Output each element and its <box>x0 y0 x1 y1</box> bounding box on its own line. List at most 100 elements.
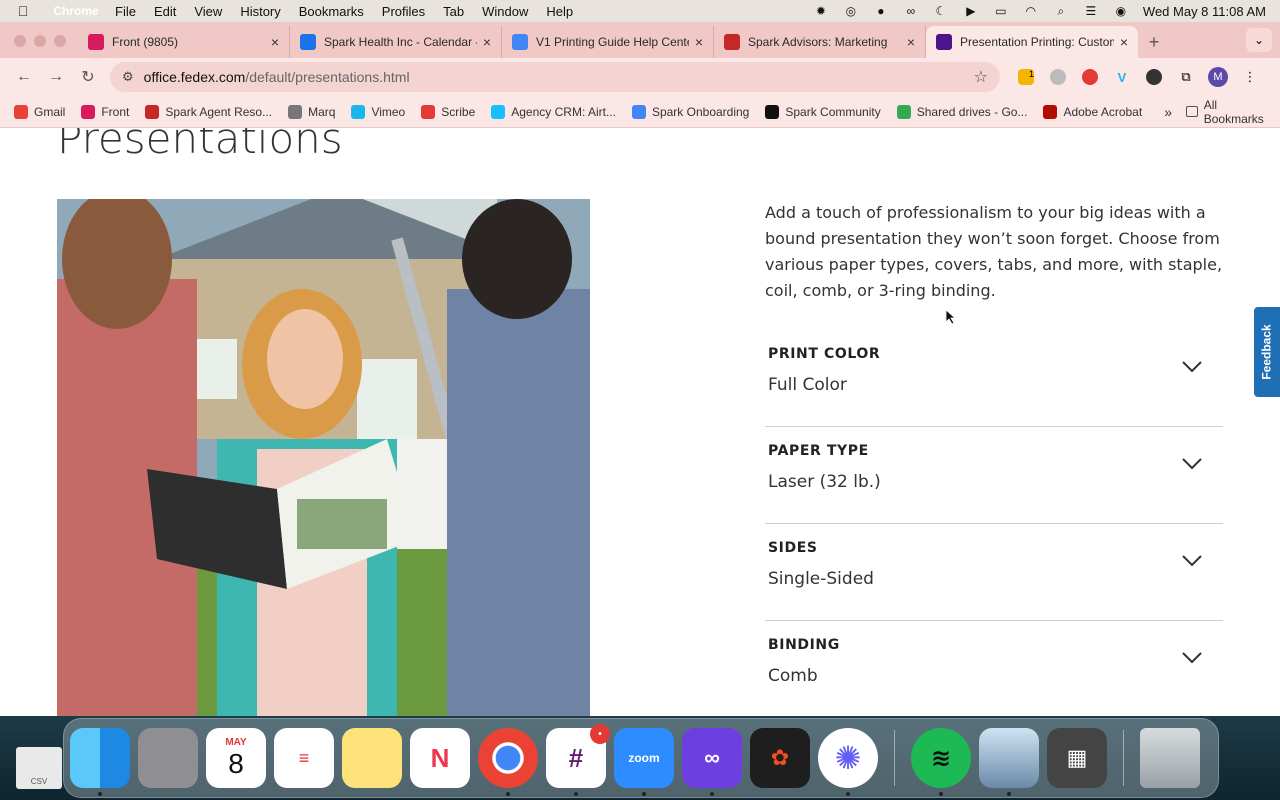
bookmark-item[interactable]: Front <box>73 104 137 119</box>
bookmark-item[interactable]: Marq <box>280 104 343 119</box>
extension-loom-icon[interactable] <box>1138 62 1170 92</box>
chrome-menu-icon[interactable]: ⋮ <box>1234 62 1266 92</box>
menu-window[interactable]: Window <box>473 4 537 19</box>
menu-edit[interactable]: Edit <box>145 4 185 19</box>
bookmark-favicon-icon <box>288 104 303 119</box>
notes-icon[interactable] <box>342 728 402 788</box>
spotify-icon[interactable]: ≋ <box>911 728 971 796</box>
dialpad-icon[interactable]: ∞ <box>682 728 742 796</box>
zoom-icon[interactable]: zoom <box>614 728 674 796</box>
bookmark-item[interactable]: Vimeo <box>343 104 413 119</box>
address-bar[interactable]: ⚙ office.fedex.com/default/presentations… <box>110 62 1000 92</box>
menu-view[interactable]: View <box>185 4 231 19</box>
bookmark-item[interactable]: Spark Agent Reso... <box>137 104 280 119</box>
reload-icon[interactable]: ↻ <box>72 61 104 93</box>
menu-help[interactable]: Help <box>537 4 582 19</box>
csv-file-icon[interactable]: CSV <box>16 747 62 789</box>
play-icon[interactable]: ▶ <box>963 4 979 18</box>
close-tab-icon[interactable]: × <box>695 34 703 50</box>
search-icon[interactable]: ⌕ <box>1053 4 1069 18</box>
menu-profiles[interactable]: Profiles <box>373 4 434 19</box>
back-icon[interactable]: ← <box>8 61 40 93</box>
extensions-puzzle-icon[interactable]: ⧉ <box>1170 62 1202 92</box>
bookmark-favicon-icon <box>14 104 28 119</box>
close-tab-icon[interactable]: × <box>483 34 491 50</box>
close-tab-icon[interactable]: × <box>271 34 279 50</box>
new-tab-button[interactable]: + <box>1138 26 1170 58</box>
moon-icon[interactable]: ☾ <box>933 4 949 18</box>
bookmark-item[interactable]: Scribe <box>413 104 483 119</box>
paper-type-label: PAPER TYPE <box>768 443 869 459</box>
browser-tab[interactable]: Spark Advisors: Marketing × <box>714 26 926 58</box>
paper-type-dropdown[interactable]: PAPER TYPE Laser (32 lb.) <box>765 427 1223 524</box>
control-center-icon[interactable]: ☰ <box>1083 4 1099 18</box>
all-bookmarks-label: All Bookmarks <box>1203 97 1264 126</box>
battery-icon[interactable]: ▭ <box>993 4 1009 18</box>
wifi-icon[interactable]: ◠ <box>1023 4 1039 18</box>
creative-cloud-icon[interactable]: ◎ <box>843 4 859 18</box>
extension-badge-icon[interactable]: 1 <box>1010 62 1042 92</box>
gear-status-icon[interactable]: ✹ <box>813 4 829 18</box>
trash-icon[interactable] <box>1140 728 1200 788</box>
extension-scribe-icon[interactable] <box>1074 62 1106 92</box>
browser-tab[interactable]: Presentation Printing: Custom × <box>926 26 1138 58</box>
browser-tab[interactable]: Spark Health Inc - Calendar - × <box>290 26 502 58</box>
tab-favicon-icon <box>936 34 952 50</box>
bookmark-favicon-icon <box>81 104 96 119</box>
chrome-window: Front (9805) × Spark Health Inc - Calendar… <box>0 22 1280 716</box>
calculator-icon[interactable]: ▦ <box>1047 728 1107 788</box>
menu-history[interactable]: History <box>231 4 289 19</box>
bookmark-item[interactable]: Gmail <box>6 104 73 119</box>
loop-icon[interactable]: ∞ <box>903 4 919 18</box>
chrome-icon[interactable] <box>478 728 538 796</box>
reminders-icon[interactable]: ≡ <box>274 728 334 788</box>
calendar-day: 8 <box>228 747 244 779</box>
bookmark-favicon-icon <box>896 104 911 119</box>
chevron-down-icon <box>1182 361 1202 373</box>
bookmark-star-icon[interactable]: ☆ <box>974 67 988 87</box>
bookmarks-overflow-icon[interactable]: » <box>1150 104 1186 120</box>
siri-icon[interactable]: ◉ <box>1113 4 1129 18</box>
close-tab-icon[interactable]: × <box>907 34 915 50</box>
print-color-dropdown[interactable]: PRINT COLOR Full Color <box>765 330 1223 427</box>
calendar-icon[interactable]: MAY 8 <box>206 728 266 788</box>
bookmark-item[interactable]: Adobe Acrobat <box>1035 104 1150 119</box>
zoom-window-button[interactable] <box>54 35 66 47</box>
preview-icon[interactable] <box>979 728 1039 796</box>
close-tab-icon[interactable]: × <box>1120 34 1128 50</box>
browser-tab[interactable]: V1 Printing Guide Help Center × <box>502 26 714 58</box>
bookmark-label: Agency CRM: Airt... <box>511 104 616 119</box>
menu-file[interactable]: File <box>106 4 145 19</box>
bookmark-item[interactable]: Spark Onboarding <box>624 104 757 119</box>
menu-tab[interactable]: Tab <box>434 4 473 19</box>
bookmark-item[interactable]: Agency CRM: Airt... <box>483 104 624 119</box>
menu-bookmarks[interactable]: Bookmarks <box>290 4 373 19</box>
finder-icon[interactable] <box>70 728 130 796</box>
feedback-tab[interactable]: Feedback <box>1254 307 1280 397</box>
figma-icon[interactable]: ✿ <box>750 728 810 788</box>
bookmark-item[interactable]: Shared drives - Go... <box>889 104 1036 119</box>
tab-search-button[interactable]: ⌄ <box>1246 28 1272 52</box>
tabs: Front (9805) × Spark Health Inc - Calendar… <box>78 26 1138 58</box>
site-info-icon[interactable]: ⚙ <box>122 69 134 85</box>
extension-vimeo-icon[interactable]: V <box>1106 62 1138 92</box>
bookmark-favicon-icon <box>491 104 506 119</box>
extension-gray-icon[interactable] <box>1042 62 1074 92</box>
grammarly-icon[interactable]: ● <box>873 4 889 18</box>
bookmark-item[interactable]: Spark Community <box>757 104 888 119</box>
slack-icon[interactable]: # • <box>546 724 610 796</box>
bookmark-label: Adobe Acrobat <box>1063 104 1143 119</box>
news-icon[interactable]: N <box>410 728 470 788</box>
all-bookmarks-button[interactable]: All Bookmarks <box>1185 97 1274 126</box>
apple-menu-icon[interactable]:  <box>0 3 46 19</box>
profile-avatar[interactable]: M <box>1208 67 1228 87</box>
forward-icon[interactable]: → <box>40 61 72 93</box>
minimize-window-button[interactable] <box>34 35 46 47</box>
sides-dropdown[interactable]: SIDES Single-Sided <box>765 524 1223 621</box>
launchpad-icon[interactable] <box>138 728 198 788</box>
binding-dropdown[interactable]: BINDING Comb <box>765 621 1223 716</box>
close-window-button[interactable] <box>14 35 26 47</box>
loom-icon[interactable]: ✺ <box>818 728 878 796</box>
menu-clock[interactable]: Wed May 8 11:08 AM <box>1143 4 1266 19</box>
browser-tab[interactable]: Front (9805) × <box>78 26 290 58</box>
